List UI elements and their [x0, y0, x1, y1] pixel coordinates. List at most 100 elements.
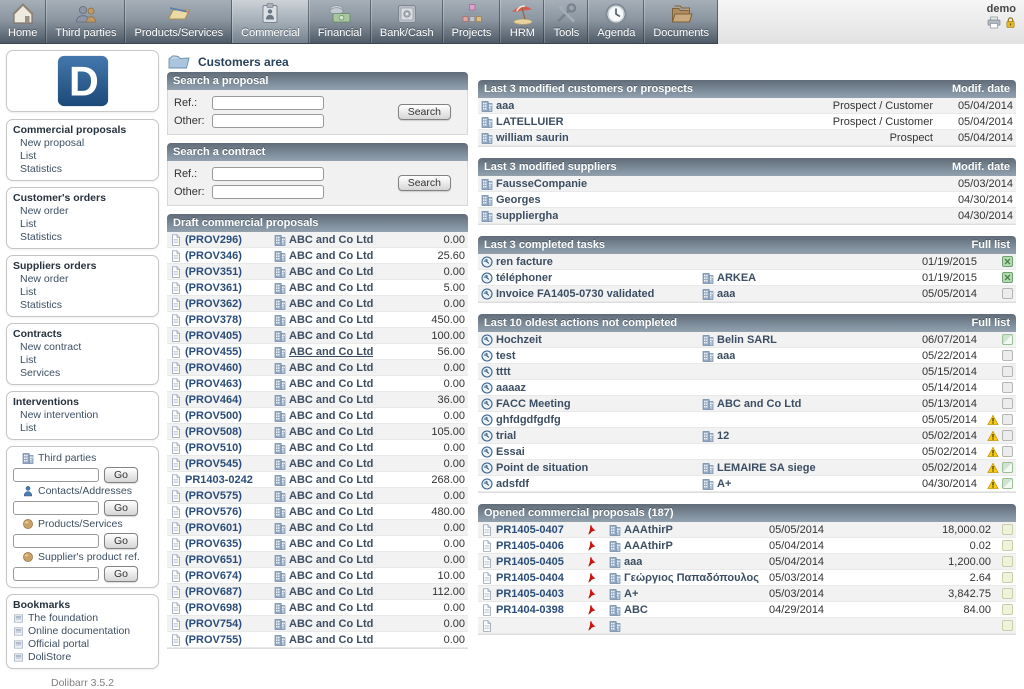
bookmark-online-documentation[interactable]: Online documentation: [13, 625, 152, 638]
company-link[interactable]: ABC and Co Ltd: [289, 586, 373, 598]
search-a-contract-other-input[interactable]: [212, 185, 324, 199]
proposal-ref-link[interactable]: PR1405-0407: [496, 524, 564, 536]
menu-item-interventions-new-intervention[interactable]: New intervention: [13, 409, 152, 422]
proposal-ref-link[interactable]: (PROV296): [185, 234, 242, 246]
contacts-addresses-search-input[interactable]: [13, 501, 99, 515]
proposal-ref-link[interactable]: (PROV510): [185, 442, 242, 454]
task-link[interactable]: Point de situation: [496, 462, 588, 474]
nav-tab-financial[interactable]: Financial: [309, 0, 371, 43]
nav-tab-projects[interactable]: Projects: [443, 0, 501, 43]
header-right-label[interactable]: Full list: [972, 236, 1011, 254]
nav-tab-commercial[interactable]: Commercial: [232, 0, 309, 43]
menu-item-suppliers-orders-list[interactable]: List: [13, 286, 152, 299]
logout-lock-icon[interactable]: [1005, 16, 1016, 29]
menu-title[interactable]: Contracts: [13, 328, 152, 341]
menu-item-suppliers-orders-new-order[interactable]: New order: [13, 273, 152, 286]
company-link[interactable]: ABC and Co Ltd: [289, 298, 373, 310]
proposal-ref-link[interactable]: (PROV545): [185, 458, 242, 470]
nav-tab-hrm[interactable]: HRM: [500, 0, 544, 43]
products-services-search-input[interactable]: [13, 534, 99, 548]
search-a-proposal-other-input[interactable]: [212, 114, 324, 128]
company-link[interactable]: ABC and Co Ltd: [289, 570, 373, 582]
task-link[interactable]: ren facture: [496, 256, 553, 268]
proposal-ref-link[interactable]: (PROV464): [185, 394, 242, 406]
proposal-ref-link[interactable]: (PROV460): [185, 362, 242, 374]
menu-item-customer-s-orders-list[interactable]: List: [13, 218, 152, 231]
menu-item-contracts-list[interactable]: List: [13, 354, 152, 367]
proposal-ref-link[interactable]: (PROV674): [185, 570, 242, 582]
proposal-ref-link[interactable]: PR1403-0242: [185, 474, 253, 486]
task-link[interactable]: Essai: [496, 446, 525, 458]
company-link[interactable]: AAAthirP: [624, 524, 673, 536]
quick-search-label-products-services[interactable]: Products/Services: [13, 517, 152, 531]
proposal-ref-link[interactable]: PR1405-0406: [496, 540, 564, 552]
supplier-s-product-ref-go-button[interactable]: Go: [104, 566, 138, 582]
proposal-ref-link[interactable]: (PROV361): [185, 282, 242, 294]
company-link[interactable]: ABC and Co Ltd: [289, 346, 373, 358]
search-a-proposal-button[interactable]: Search: [398, 104, 451, 120]
nav-tab-home[interactable]: Home: [0, 0, 46, 43]
proposal-ref-link[interactable]: PR1405-0404: [496, 572, 564, 584]
proposal-ref-link[interactable]: (PROV346): [185, 250, 242, 262]
proposal-ref-link[interactable]: (PROV635): [185, 538, 242, 550]
company-link[interactable]: FausseCompanie: [496, 178, 587, 190]
company-link[interactable]: ABC and Co Ltd: [289, 426, 373, 438]
proposal-ref-link[interactable]: (PROV508): [185, 426, 242, 438]
company-link[interactable]: AAAthirP: [624, 540, 673, 552]
company-link[interactable]: ABC and Co Ltd: [289, 490, 373, 502]
products-services-go-button[interactable]: Go: [104, 533, 138, 549]
search-a-proposal-ref-input[interactable]: [212, 96, 324, 110]
print-icon[interactable]: [987, 16, 1001, 29]
task-link[interactable]: test: [496, 350, 516, 362]
company-link[interactable]: aaa: [717, 288, 735, 300]
menu-title[interactable]: Commercial proposals: [13, 124, 152, 137]
company-link[interactable]: A+: [717, 478, 731, 490]
quick-search-label-third-parties[interactable]: Third parties: [13, 451, 152, 465]
task-link[interactable]: Hochzeit: [496, 334, 542, 346]
menu-item-commercial-proposals-statistics[interactable]: Statistics: [13, 163, 152, 176]
third-parties-go-button[interactable]: Go: [104, 467, 138, 483]
proposal-ref-link[interactable]: (PROV576): [185, 506, 242, 518]
nav-tab-bank-cash[interactable]: Bank/Cash: [371, 0, 443, 43]
company-link[interactable]: ABC and Co Ltd: [289, 282, 373, 294]
logo-box[interactable]: D: [6, 50, 159, 112]
proposal-ref-link[interactable]: (PROV687): [185, 586, 242, 598]
proposal-ref-link[interactable]: PR1405-0403: [496, 588, 564, 600]
menu-title[interactable]: Customer's orders: [13, 192, 152, 205]
company-link[interactable]: suppliergha: [496, 210, 558, 222]
company-link[interactable]: ABC and Co Ltd: [289, 330, 373, 342]
task-link[interactable]: téléphoner: [496, 272, 552, 284]
company-link[interactable]: william saurin: [496, 132, 569, 144]
search-a-contract-button[interactable]: Search: [398, 175, 451, 191]
proposal-ref-link[interactable]: PR1404-0398: [496, 604, 564, 616]
task-link[interactable]: adsfdf: [496, 478, 529, 490]
company-link[interactable]: ABC and Co Ltd: [289, 234, 373, 246]
company-link[interactable]: ABC and Co Ltd: [289, 266, 373, 278]
company-link[interactable]: aaa: [624, 556, 642, 568]
nav-tab-agenda[interactable]: Agenda: [588, 0, 644, 43]
nav-tab-third-parties[interactable]: Third parties: [46, 0, 125, 43]
third-parties-search-input[interactable]: [13, 468, 99, 482]
bookmark-dolistore[interactable]: DoliStore: [13, 651, 152, 664]
company-link[interactable]: ABC and Co Ltd: [717, 398, 801, 410]
task-link[interactable]: trial: [496, 430, 516, 442]
company-link[interactable]: aaa: [496, 100, 514, 112]
menu-title[interactable]: Interventions: [13, 396, 152, 409]
header-right-label[interactable]: Full list: [972, 314, 1011, 332]
quick-search-label-contacts-addresses[interactable]: Contacts/Addresses: [13, 484, 152, 498]
menu-item-commercial-proposals-list[interactable]: List: [13, 150, 152, 163]
bookmark-the-foundation[interactable]: The foundation: [13, 612, 152, 625]
task-link[interactable]: aaaaz: [496, 382, 526, 394]
nav-tab-products-services[interactable]: Products/Services: [125, 0, 232, 43]
proposal-ref-link[interactable]: (PROV455): [185, 346, 242, 358]
company-link[interactable]: Belin SARL: [717, 334, 777, 346]
menu-item-customer-s-orders-new-order[interactable]: New order: [13, 205, 152, 218]
nav-tab-documents[interactable]: Documents: [644, 0, 718, 43]
proposal-ref-link[interactable]: PR1405-0405: [496, 556, 564, 568]
proposal-ref-link[interactable]: (PROV405): [185, 330, 242, 342]
company-link[interactable]: Georges: [496, 194, 541, 206]
company-link[interactable]: ABC: [624, 604, 648, 616]
company-link[interactable]: ABC and Co Ltd: [289, 394, 373, 406]
company-link[interactable]: ABC and Co Ltd: [289, 602, 373, 614]
company-link[interactable]: ABC and Co Ltd: [289, 538, 373, 550]
